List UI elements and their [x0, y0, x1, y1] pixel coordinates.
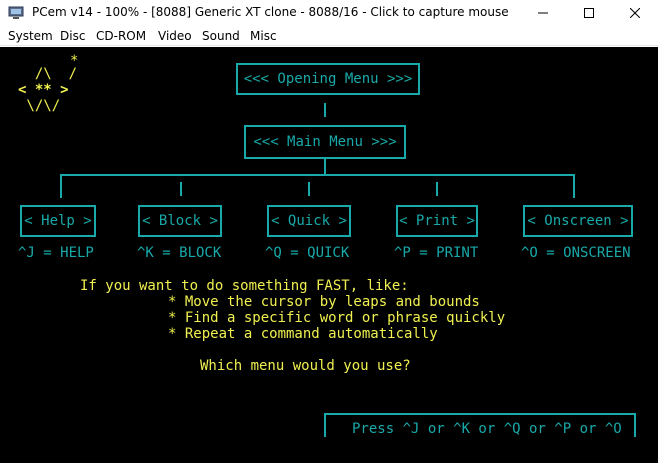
help-key-hint: ^J = HELP [18, 245, 94, 261]
answer-bar-top-edge [324, 413, 636, 415]
menu-video[interactable]: Video [158, 29, 192, 43]
block-key-hint: ^K = BLOCK [137, 245, 222, 261]
onscreen-key-hint: ^O = ONSCREEN [521, 245, 631, 261]
menu-cd-rom[interactable]: CD-ROM [96, 29, 146, 43]
tree-drop-quick [308, 182, 310, 196]
opening-menu-box: <<< Opening Menu >>> [236, 63, 420, 95]
logo-line-2: < ** > [18, 82, 69, 98]
tree-drop-block [180, 182, 182, 196]
menu-system[interactable]: System [8, 29, 53, 43]
pcem-app-icon [8, 6, 24, 19]
logo-line-1: /\ / [18, 66, 78, 82]
close-icon [630, 8, 640, 18]
logo-line-3: \/\/ [18, 98, 61, 114]
prompt-bullet-3: * Repeat a command automatically [168, 326, 438, 342]
maximize-icon [584, 8, 594, 18]
prompt-intro: If you want to do something FAST, like: [80, 278, 409, 294]
maximize-button[interactable] [566, 0, 612, 26]
prompt-question: Which menu would you use? [200, 358, 411, 374]
answer-bar-left-edge [324, 413, 326, 437]
minimize-button[interactable] [520, 0, 566, 26]
menu-sound[interactable]: Sound [202, 29, 240, 43]
print-key-hint: ^P = PRINT [394, 245, 479, 261]
logo-star-icon: * [70, 53, 79, 69]
tree-drop-print [436, 182, 438, 196]
tree-drop-onscreen [573, 174, 575, 198]
minimize-icon [538, 12, 548, 14]
prompt-bullet-1: * Move the cursor by leaps and bounds [168, 294, 480, 310]
quick-key-hint: ^Q = QUICK [265, 245, 350, 261]
connector-opening-main [324, 103, 326, 117]
menu-misc[interactable]: Misc [250, 29, 277, 43]
menu-disc[interactable]: Disc [60, 29, 85, 43]
emulator-screen[interactable]: /\ / < ** > \/\/ * <<< Opening Menu >>> … [0, 47, 658, 463]
answer-bar-text: Press ^J or ^K or ^Q or ^P or ^O [352, 421, 622, 437]
tree-drop-help [60, 174, 62, 198]
main-menu-box: <<< Main Menu >>> [244, 125, 406, 159]
help-menu-box: < Help > [20, 205, 96, 237]
connector-main-tree [324, 159, 326, 175]
tree-horizontal-line [60, 174, 575, 176]
close-button[interactable] [612, 0, 658, 26]
window-titlebar[interactable]: PCem v14 - 100% - [8088] Generic XT clon… [0, 0, 658, 26]
prompt-bullet-2: * Find a specific word or phrase quickly [168, 310, 506, 326]
window-title: PCem v14 - 100% - [8088] Generic XT clon… [32, 5, 509, 19]
answer-bar-right-edge [634, 413, 636, 437]
onscreen-menu-box: < Onscreen > [523, 205, 633, 237]
block-menu-box: < Block > [138, 205, 222, 237]
print-menu-box: < Print > [396, 205, 478, 237]
menu-bar: System Disc CD-ROM Video Sound Misc [0, 26, 658, 46]
quick-menu-box: < Quick > [267, 205, 351, 237]
